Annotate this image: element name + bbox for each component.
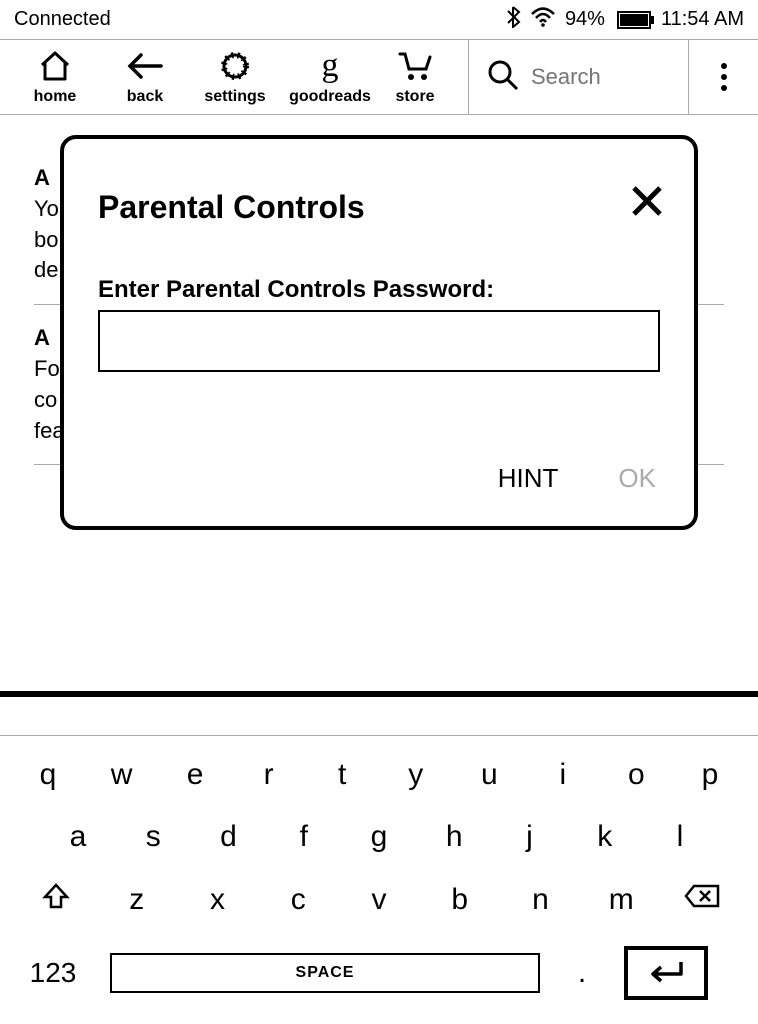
- key-r[interactable]: r: [239, 758, 299, 792]
- shift-key[interactable]: [26, 882, 86, 918]
- status-bar: Connected 94% 11:54 AM: [0, 0, 758, 40]
- hint-button[interactable]: HINT: [498, 463, 559, 494]
- key-k[interactable]: k: [575, 820, 635, 854]
- back-button[interactable]: back: [100, 48, 190, 106]
- dialog-title: Parental Controls: [98, 189, 660, 226]
- settings-button[interactable]: settings: [190, 48, 280, 106]
- key-j[interactable]: j: [500, 820, 560, 854]
- home-button[interactable]: home: [10, 48, 100, 106]
- password-label: Enter Parental Controls Password:: [98, 276, 660, 304]
- search-input[interactable]: [531, 64, 631, 90]
- search-box[interactable]: [468, 40, 688, 114]
- key-x[interactable]: x: [188, 883, 248, 917]
- ok-button[interactable]: OK: [618, 463, 656, 494]
- wifi-icon: [531, 7, 555, 33]
- home-label: home: [34, 88, 77, 106]
- goodreads-label: goodreads: [289, 88, 371, 106]
- settings-label: settings: [204, 88, 265, 106]
- back-icon: [127, 48, 163, 84]
- key-c[interactable]: c: [268, 883, 328, 917]
- dots-icon: [721, 63, 727, 69]
- key-p[interactable]: p: [680, 758, 740, 792]
- key-n[interactable]: n: [511, 883, 571, 917]
- backspace-key[interactable]: [672, 883, 732, 917]
- backspace-icon: [684, 883, 720, 909]
- cart-icon: [398, 48, 432, 84]
- search-icon: [487, 59, 519, 96]
- key-e[interactable]: e: [165, 758, 225, 792]
- menu-button[interactable]: [688, 40, 758, 114]
- enter-key[interactable]: [624, 946, 708, 1000]
- key-d[interactable]: d: [199, 820, 259, 854]
- goodreads-icon: g: [322, 48, 339, 84]
- battery-icon: [617, 11, 651, 29]
- key-o[interactable]: o: [606, 758, 666, 792]
- keyboard-row-3: zxcvbnm: [18, 882, 740, 918]
- bluetooth-icon: [507, 6, 521, 34]
- key-y[interactable]: y: [386, 758, 446, 792]
- keyboard-row-1: qwertyuiop: [18, 758, 740, 792]
- key-u[interactable]: u: [459, 758, 519, 792]
- parental-controls-dialog: Parental Controls Enter Parental Control…: [60, 135, 698, 530]
- symbols-key[interactable]: 123: [18, 957, 88, 989]
- status-right: 94% 11:54 AM: [507, 6, 744, 34]
- connection-status: Connected: [14, 8, 111, 31]
- keyboard-row-2: asdfghjkl: [18, 820, 740, 854]
- key-t[interactable]: t: [312, 758, 372, 792]
- key-h[interactable]: h: [424, 820, 484, 854]
- settings-icon: [220, 48, 250, 84]
- key-z[interactable]: z: [107, 883, 167, 917]
- key-w[interactable]: w: [92, 758, 152, 792]
- keyboard-row-4: 123 SPACE .: [18, 946, 740, 1000]
- space-key[interactable]: SPACE: [110, 953, 540, 993]
- key-s[interactable]: s: [123, 820, 183, 854]
- store-button[interactable]: store: [380, 48, 450, 106]
- toolbar: home back settings g goodreads store: [0, 40, 758, 115]
- key-i[interactable]: i: [533, 758, 593, 792]
- close-button[interactable]: [630, 184, 664, 223]
- clock: 11:54 AM: [661, 8, 744, 31]
- period-key[interactable]: .: [562, 956, 602, 990]
- shift-icon: [42, 882, 70, 910]
- goodreads-button[interactable]: g goodreads: [280, 48, 380, 106]
- key-q[interactable]: q: [18, 758, 78, 792]
- key-l[interactable]: l: [650, 820, 710, 854]
- password-input[interactable]: [98, 310, 660, 372]
- close-icon: [630, 184, 664, 218]
- home-icon: [39, 48, 71, 84]
- key-b[interactable]: b: [430, 883, 490, 917]
- key-a[interactable]: a: [48, 820, 108, 854]
- keyboard: qwertyuiop asdfghjkl zxcvbnm 123 SPACE .: [0, 691, 758, 1024]
- back-label: back: [127, 88, 163, 106]
- battery-percent: 94%: [565, 8, 605, 31]
- key-f[interactable]: f: [274, 820, 334, 854]
- key-m[interactable]: m: [591, 883, 651, 917]
- key-g[interactable]: g: [349, 820, 409, 854]
- store-label: store: [395, 88, 434, 106]
- key-v[interactable]: v: [349, 883, 409, 917]
- enter-icon: [647, 959, 685, 987]
